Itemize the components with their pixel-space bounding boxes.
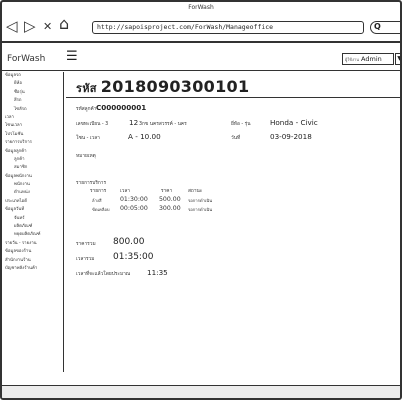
sidebar-item[interactable]: บัญชาพลังร้านค้า [2, 265, 63, 273]
services-header: สถานะ [188, 189, 203, 194]
zone-label: โซน - เวลา [76, 136, 100, 141]
sidebar-item[interactable]: ตำแหน่ง [2, 189, 63, 197]
close-icon[interactable]: ✕ [43, 18, 52, 36]
table-cell: ล้างสี [92, 198, 102, 203]
sidebar-item[interactable]: ข้อมูลวันที่ [2, 206, 63, 214]
services-header: ราคา [161, 189, 173, 194]
date-value: 03-09-2018 [270, 132, 312, 141]
sidebar-item[interactable]: ลูกค้า [2, 156, 63, 164]
total-time-value: 01:35:00 [113, 252, 154, 262]
code-label: รหัส [76, 82, 97, 95]
table-cell: 01:30:00 [120, 196, 148, 203]
brand-value: Honda - Civic [270, 118, 318, 127]
services-header: เวลา [120, 189, 130, 194]
menu-icon[interactable]: ☰ [66, 50, 78, 63]
user-name: Admin [361, 55, 382, 63]
chevron-down-icon[interactable]: ▼ [395, 53, 400, 65]
plate-suffix: 3กข นครสวรรค์ - นคร [139, 122, 187, 127]
total-label: ราคารวม [76, 242, 96, 247]
sidebar-item[interactable]: ชื่อรุ่น [2, 89, 63, 97]
sidebar-item[interactable]: สมาชิก [2, 164, 63, 172]
sidebar-item[interactable]: สำนักงานร้าน [2, 257, 63, 265]
user-menu[interactable]: ผู้ใช้งาน Admin [342, 53, 394, 65]
sidebar-item[interactable]: รายการบริการ [2, 139, 63, 147]
finish-label: เวลาที่จะแล้วโดยประมาณ [76, 272, 131, 277]
main-content: รหัส 2018090300101 รหัสลูกค้า C000000001 … [66, 72, 400, 372]
browser-search-box[interactable]: Q [370, 21, 400, 34]
sidebar: ข้อมูลรถ ยี่ห้อ ชื่อรุ่น สีรถ ไซส์รถ เวลา โซนเ… [2, 72, 64, 372]
plate-value: 12 [129, 118, 139, 127]
url-bar[interactable]: http://sapoisproject.com/ForWash/Manageo… [92, 21, 364, 34]
sidebar-item[interactable]: ข้อมูลพนักงาน [2, 173, 63, 181]
sidebar-item[interactable]: เวลา [2, 114, 63, 122]
code-value: 2018090300101 [100, 77, 250, 96]
table-cell: รอการดำเนิน [188, 207, 213, 212]
user-tag: ผู้ใช้งาน [345, 57, 359, 62]
customer-label: รหัสลูกค้า [76, 107, 97, 112]
sidebar-item[interactable]: ข้อมูลลูกค้า [2, 148, 63, 156]
services-title: รายการบริการ [76, 181, 107, 186]
page-title: รหัส 2018090300101 [76, 77, 249, 97]
total-time-label: เวลารวม [76, 257, 95, 262]
date-label: วันที่ [231, 136, 241, 141]
sidebar-item[interactable]: จันทร์ [2, 215, 63, 223]
sidebar-item[interactable]: โซนเวลา [2, 122, 63, 130]
browser-toolbar: ◁ ▷ ✕ ⌂ http://sapoisproject.com/ForWash… [2, 13, 400, 43]
sidebar-item[interactable]: ผลิตภัณฑ์ [2, 223, 63, 231]
search-icon: Q [374, 22, 381, 31]
browser-window: ForWash ◁ ▷ ✕ ⌂ http://sapoisproject.com… [0, 0, 402, 400]
brand-label: ยี่ห้อ - รุ่น [231, 122, 251, 127]
app-brand[interactable]: ForWash [7, 54, 45, 64]
table-cell: ขัดเคลือบ [92, 207, 110, 212]
table-cell: 500.00 [159, 196, 181, 203]
back-icon[interactable]: ◁ [6, 17, 18, 35]
forward-icon[interactable]: ▷ [24, 17, 36, 35]
customer-code: C000000001 [96, 103, 147, 112]
total-value: 800.00 [113, 237, 145, 247]
sidebar-item[interactable]: ข้อมูลของร้าน [2, 248, 63, 256]
plate-label: เลขทะเบียน - 3 [76, 122, 109, 127]
sidebar-item[interactable]: สีรถ [2, 97, 63, 105]
sidebar-item[interactable]: ประเภทไอดี [2, 198, 63, 206]
zone-value: A - 10.00 [128, 132, 161, 141]
window-title: ForWash [188, 4, 214, 11]
note-label: หมายเหตุ [76, 154, 96, 159]
main-header: รหัส 2018090300101 [66, 72, 400, 98]
sidebar-item[interactable]: ไซส์รถ [2, 106, 63, 114]
sidebar-item[interactable]: หยุดผลิตภัณฑ์ [2, 231, 63, 239]
status-bar [2, 385, 400, 398]
table-cell: รอการดำเนิน [188, 198, 213, 203]
sidebar-item[interactable]: ข้อมูลรถ [2, 72, 63, 80]
sidebar-item[interactable]: ยี่ห้อ [2, 80, 63, 88]
home-icon[interactable]: ⌂ [59, 15, 69, 33]
sidebar-item[interactable]: พนักงาน [2, 181, 63, 189]
finish-value: 11:35 [147, 268, 168, 277]
sidebar-item[interactable]: รายวัน - รายงาน [2, 240, 63, 248]
services-header: รายการ [90, 189, 107, 194]
app-header: ForWash ☰ ผู้ใช้งาน Admin ▼ [2, 45, 400, 71]
table-cell: 300.00 [159, 205, 181, 212]
table-cell: 00:05:00 [120, 205, 148, 212]
sidebar-item[interactable]: โปรโมชั่น [2, 131, 63, 139]
